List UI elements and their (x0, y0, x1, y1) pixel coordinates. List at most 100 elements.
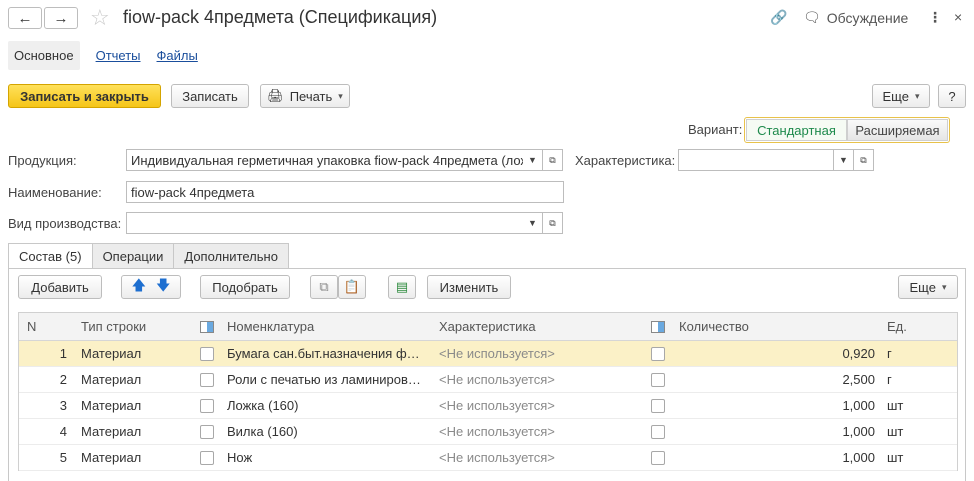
table-row[interactable]: 5 Материал Нож <Не используется> 1,000 ш… (19, 445, 957, 471)
cell-nomenclature: Нож (227, 450, 253, 465)
cell-flag1 (193, 398, 221, 413)
tab-files[interactable]: Файлы (157, 48, 198, 63)
table-edit-button[interactable]: ▤ (388, 275, 416, 299)
cell-characteristic: <Не используется> (439, 398, 555, 413)
cell-flag2 (643, 372, 673, 387)
printer-icon: 🖨 (267, 88, 284, 103)
product-open-button[interactable]: ⧉ (543, 149, 563, 171)
col-flag1-header[interactable] (193, 320, 221, 333)
cell-row-type: Материал (81, 450, 142, 465)
col-unit-header[interactable]: Ед. (881, 319, 941, 334)
cell-nomenclature: Ложка (160) (227, 398, 299, 413)
product-field[interactable]: Индивидуальная герметичная упаковка fiow… (126, 149, 524, 171)
more-button[interactable]: Еще ▾ (872, 84, 930, 108)
star-icon[interactable]: ☆ (90, 5, 110, 31)
open-icon: ⧉ (860, 154, 867, 165)
more-menu-icon[interactable]: ⋮ (928, 9, 942, 26)
cell-n: 4 (59, 424, 67, 439)
cell-unit: шт (887, 450, 904, 465)
col-flag2-header[interactable] (643, 320, 673, 333)
col-characteristic-header[interactable]: Характеристика (433, 319, 643, 334)
cell-flag1 (193, 424, 221, 439)
chevron-down-icon: ▾ (941, 281, 947, 292)
arrow-down-icon[interactable]: 🡇 (156, 275, 170, 299)
copy-button[interactable]: ⧉ (310, 275, 338, 299)
cell-nomenclature: Вилка (160) (227, 424, 298, 439)
cell-characteristic: <Не используется> (439, 424, 555, 439)
forward-button[interactable]: → (44, 7, 78, 29)
production-type-open-button[interactable]: ⧉ (543, 212, 563, 234)
add-button[interactable]: Добавить (18, 275, 102, 299)
more-label: Еще (882, 88, 909, 104)
cell-unit: шт (887, 398, 904, 413)
characteristic-open-button[interactable]: ⧉ (854, 149, 874, 171)
open-icon: ⧉ (549, 217, 556, 228)
tab-additional[interactable]: Дополнительно (173, 243, 289, 269)
arrow-up-icon[interactable]: 🡅 (132, 275, 146, 299)
discussion-label: Обсуждение (826, 9, 909, 26)
page-title: fiow-pack 4предмета (Спецификация) (123, 7, 438, 27)
characteristic-field[interactable] (678, 149, 834, 171)
close-icon[interactable]: × (954, 9, 962, 25)
chevron-down-icon: ▼ (528, 218, 537, 228)
variant-label: Вариант: (688, 122, 743, 137)
table-row[interactable]: 4 Материал Вилка (160) <Не используется>… (19, 419, 957, 445)
change-button[interactable]: Изменить (427, 275, 511, 299)
tab-main[interactable]: Основное (8, 40, 80, 70)
formula-icon (200, 320, 214, 333)
cell-n: 1 (59, 346, 67, 361)
col-nomenclature-header[interactable]: Номенклатура (221, 319, 433, 334)
col-row-type-header[interactable]: Тип строки (75, 319, 193, 334)
checkbox[interactable] (651, 346, 665, 361)
chevron-down-icon: ▾ (338, 90, 343, 101)
checkbox[interactable] (651, 372, 665, 387)
col-n-header[interactable]: N (19, 319, 75, 334)
production-type-field[interactable] (126, 212, 524, 234)
table-more-button[interactable]: Еще ▾ (898, 275, 958, 299)
cell-nomenclature: Роли с печатью из ламиниров… (227, 372, 421, 387)
composition-table: N Тип строки Номенклатура Характеристика… (18, 312, 958, 471)
back-button[interactable]: ← (8, 7, 42, 29)
checkbox[interactable] (200, 450, 214, 465)
open-icon: ⧉ (549, 154, 556, 165)
variant-standard-option[interactable]: Стандартная (746, 119, 847, 141)
production-type-dropdown-button[interactable]: ▼ (523, 212, 543, 234)
paste-button[interactable]: 📋 (338, 275, 366, 299)
checkbox[interactable] (651, 398, 665, 413)
variant-extended-option[interactable]: Расширяемая (847, 119, 948, 141)
pick-button[interactable]: Подобрать (200, 275, 290, 299)
discussion-button[interactable]: 🗨 Обсуждение (803, 9, 908, 26)
checkbox[interactable] (200, 372, 214, 387)
col-quantity-header[interactable]: Количество (673, 319, 881, 334)
cell-flag2 (643, 424, 673, 439)
tab-composition[interactable]: Состав (5) (8, 243, 93, 269)
print-label: Печать (289, 88, 333, 104)
cell-quantity: 1,000 (842, 398, 875, 413)
cell-n: 5 (59, 450, 67, 465)
panel-tabs: Состав (5) Операции Дополнительно (8, 243, 289, 269)
checkbox[interactable] (651, 424, 665, 439)
cell-n: 3 (59, 398, 67, 413)
checkbox[interactable] (200, 346, 214, 361)
table-row[interactable]: 1 Материал Бумага сан.быт.назначения ф… … (19, 341, 957, 367)
product-dropdown-button[interactable]: ▼ (523, 149, 543, 171)
save-button[interactable]: Записать (171, 84, 249, 108)
help-button[interactable]: ? (938, 84, 966, 108)
checkbox[interactable] (200, 398, 214, 413)
characteristic-dropdown-button[interactable]: ▼ (834, 149, 854, 171)
cell-flag1 (193, 450, 221, 465)
save-and-close-button[interactable]: Записать и закрыть (8, 84, 161, 108)
print-button[interactable]: 🖨 Печать ▾ (260, 84, 350, 108)
table-row[interactable]: 3 Материал Ложка (160) <Не используется>… (19, 393, 957, 419)
cell-unit: г (887, 372, 892, 387)
table-row[interactable]: 2 Материал Роли с печатью из ламиниров… … (19, 367, 957, 393)
chevron-down-icon: ▼ (528, 155, 537, 165)
tab-operations[interactable]: Операции (91, 243, 175, 269)
cell-quantity: 1,000 (842, 450, 875, 465)
checkbox[interactable] (651, 450, 665, 465)
link-icon[interactable]: 🔗 (770, 9, 787, 26)
tab-reports[interactable]: Отчеты (96, 48, 141, 63)
checkbox[interactable] (200, 424, 214, 439)
name-field[interactable]: fiow-pack 4предмета (126, 181, 564, 203)
cell-row-type: Материал (81, 398, 142, 413)
